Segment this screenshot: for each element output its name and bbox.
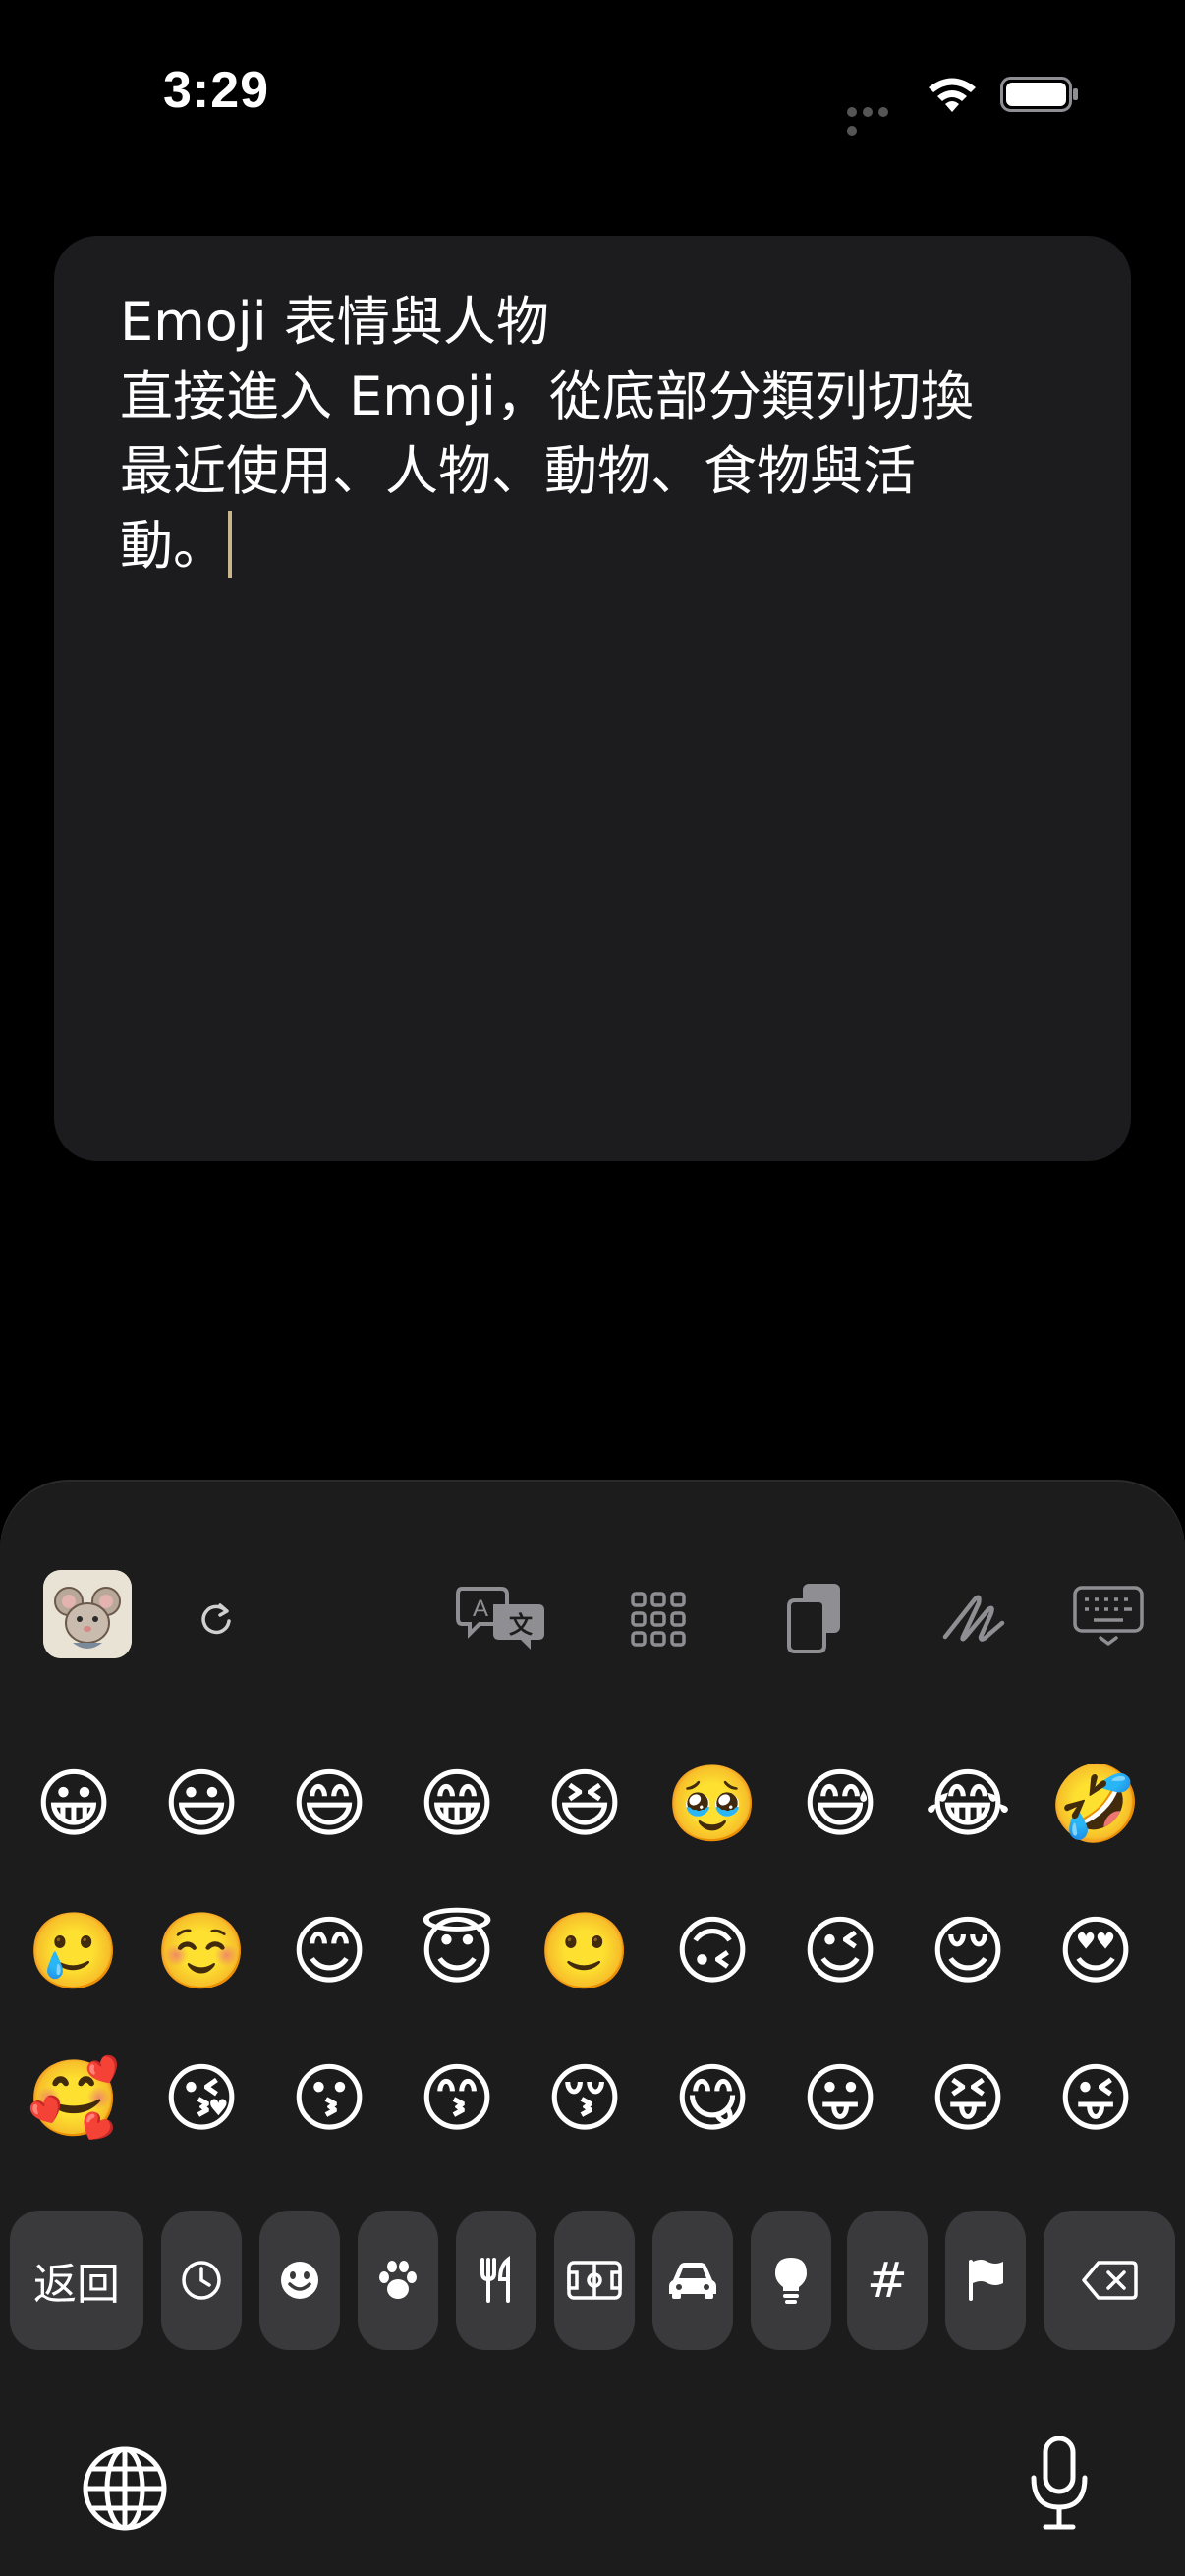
emoji-key[interactable]: 😋: [658, 2044, 766, 2153]
delete-button[interactable]: [1044, 2211, 1175, 2350]
category-animals[interactable]: [358, 2211, 438, 2350]
emoji-key[interactable]: 😅: [786, 1750, 894, 1858]
lightbulb-icon: [775, 2258, 807, 2304]
note-text[interactable]: Emoji 表情與人物 直接進入 Emoji，從底部分類列切換 最近使用、人物、…: [120, 285, 1063, 584]
note-line: 最近使用、人物、動物、食物與活: [120, 440, 916, 502]
category-recent[interactable]: [161, 2211, 242, 2350]
smiley-icon: [281, 2262, 318, 2299]
emoji-key[interactable]: 😌: [914, 1897, 1022, 2005]
hash-icon: #: [867, 2252, 908, 2309]
signal-dots-icon: [847, 102, 908, 136]
emoji-key[interactable]: 😇: [403, 1897, 511, 2005]
emoji-key[interactable]: 😊: [275, 1897, 383, 2005]
emoji-key[interactable]: 🤣: [1042, 1750, 1150, 1858]
emoji-key[interactable]: 😄: [275, 1750, 383, 1858]
keyboard-toolbar: A 文: [0, 1480, 1185, 1658]
emoji-key[interactable]: 😝: [914, 2044, 1022, 2153]
emoji-key[interactable]: 🙂: [531, 1897, 639, 2005]
refresh-icon[interactable]: [187, 1590, 246, 1649]
category-smileys[interactable]: [259, 2211, 340, 2350]
translate-icon[interactable]: A 文: [454, 1582, 548, 1656]
status-time: 3:29: [163, 62, 270, 119]
globe-icon[interactable]: [81, 2444, 169, 2533]
back-label: 返回: [33, 2260, 120, 2310]
note-line: 動。: [120, 515, 226, 577]
note-line: Emoji 表情與人物: [120, 291, 549, 353]
emoji-key[interactable]: 😁: [403, 1750, 511, 1858]
fork-knife-icon: [480, 2256, 510, 2303]
category-bar: 返回 #: [0, 2203, 1185, 2350]
clipboard-icon[interactable]: [784, 1580, 847, 1654]
emoji-key[interactable]: 😀: [20, 1750, 128, 1858]
category-food[interactable]: [456, 2211, 536, 2350]
emoji-key[interactable]: 😛: [786, 2044, 894, 2153]
paw-icon: [379, 2261, 417, 2299]
category-symbols[interactable]: #: [847, 2211, 928, 2350]
emoji-key[interactable]: 😃: [147, 1750, 255, 1858]
battery-icon: [1000, 77, 1078, 112]
microphone-icon[interactable]: [1028, 2435, 1091, 2533]
category-objects[interactable]: [751, 2211, 831, 2350]
emoji-key[interactable]: 😗: [275, 2044, 383, 2153]
category-flags[interactable]: [945, 2211, 1026, 2350]
mouse-avatar-icon[interactable]: [43, 1570, 132, 1658]
emoji-key[interactable]: 😘: [147, 2044, 255, 2153]
emoji-key[interactable]: 😙: [403, 2044, 511, 2153]
text-input-area[interactable]: Emoji 表情與人物 直接進入 Emoji，從底部分類列切換 最近使用、人物、…: [54, 236, 1131, 1161]
emoji-keyboard: A 文 😀 😃 😄 😁 😆 🥹 😅 😂 🤣 🥲 ☺️ 😊 😇 🙂 🙃 😉 😌 😍…: [0, 1480, 1185, 2576]
flag-icon: [969, 2260, 1003, 2301]
emoji-key[interactable]: 🥲: [20, 1897, 128, 2005]
svg-text:文: 文: [509, 1611, 534, 1639]
back-button[interactable]: 返回: [10, 2211, 143, 2350]
emoji-key[interactable]: 😍: [1042, 1897, 1150, 2005]
emoji-key[interactable]: 😚: [531, 2044, 639, 2153]
emoji-key[interactable]: ☺️: [147, 1897, 255, 2005]
emoji-key[interactable]: 🥹: [658, 1750, 766, 1858]
emoji-key[interactable]: 🙃: [658, 1897, 766, 2005]
emoji-key[interactable]: 😉: [786, 1897, 894, 2005]
emoji-key[interactable]: 😆: [531, 1750, 639, 1858]
wifi-icon: [929, 78, 976, 112]
handwriting-icon[interactable]: [939, 1586, 1008, 1649]
grid-apps-icon[interactable]: [627, 1588, 690, 1651]
delete-backspace-icon: [1082, 2261, 1138, 2300]
recent-clock-icon: [182, 2261, 221, 2300]
status-bar: 3:29: [0, 0, 1185, 196]
svg-text:A: A: [473, 1596, 488, 1622]
emoji-key[interactable]: 😜: [1042, 2044, 1150, 2153]
category-activity[interactable]: [554, 2211, 635, 2350]
text-caret: [228, 511, 232, 578]
soccer-field-icon: [567, 2261, 622, 2300]
keyboard-bottom-row: [0, 2393, 1185, 2576]
car-icon: [669, 2263, 716, 2299]
keyboard-hide-icon[interactable]: [1071, 1584, 1146, 1649]
note-line: 直接進入 Emoji，從底部分類列切換: [120, 365, 974, 427]
category-travel[interactable]: [652, 2211, 733, 2350]
emoji-key[interactable]: 😂: [914, 1750, 1022, 1858]
emoji-key[interactable]: 🥰: [20, 2044, 128, 2153]
